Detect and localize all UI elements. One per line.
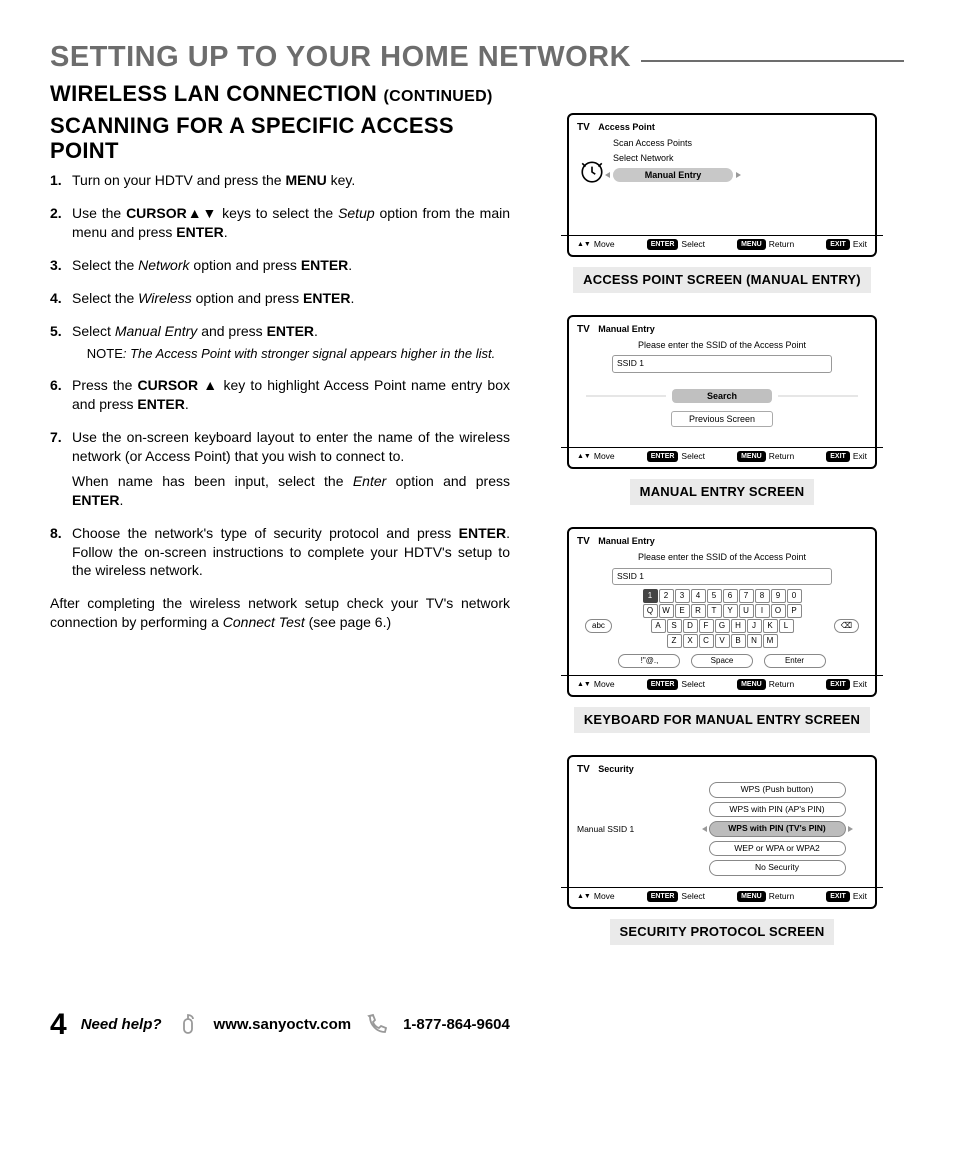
step-3: 3. Select the Network option and press E…: [50, 256, 510, 275]
security-option: No Security: [709, 860, 846, 875]
step-6: 6. Press the CURSOR ▲ key to highlight A…: [50, 376, 510, 414]
step-5-note: NOTE: The Access Point with stronger sig…: [78, 345, 504, 363]
caption-4: SECURITY PROTOCOL SCREEN: [610, 919, 835, 945]
step-5: 5. Select Manual Entry and press ENTER. …: [50, 322, 510, 362]
backspace-key: ⌫: [834, 619, 859, 633]
key: 8: [755, 589, 770, 603]
key: W: [659, 604, 674, 618]
onscreen-keyboard: 1234567890 QWERTYUIOP abc ASDFGHJKL ⌫ ZXCV…: [577, 589, 867, 670]
search-button: Search: [672, 389, 772, 403]
symbols-key: !"@.,: [618, 654, 680, 668]
key: B: [731, 634, 746, 648]
ssid-field: SSID 1: [612, 568, 832, 585]
page-number: 4: [50, 1005, 67, 1046]
security-option: WPS with PIN (AP's PIN): [709, 802, 846, 817]
step-8: 8. Choose the network's type of security…: [50, 524, 510, 581]
step-2: 2. Use the CURSOR▲▼ keys to select the S…: [50, 204, 510, 242]
key: P: [787, 604, 802, 618]
key: U: [739, 604, 754, 618]
key: 5: [707, 589, 722, 603]
key: V: [715, 634, 730, 648]
caption-1: ACCESS POINT SCREEN (MANUAL ENTRY): [573, 267, 871, 293]
tv-footer: ▲▼ Move ENTER Select MENU Return EXIT Ex…: [569, 888, 875, 907]
enter-key: Enter: [764, 654, 826, 668]
key: M: [763, 634, 778, 648]
step-4: 4. Select the Wireless option and press …: [50, 289, 510, 308]
tv-screen-keyboard: TV Manual Entry Please enter the SSID of…: [567, 527, 877, 697]
footer-phone: 1-877-864-9604: [403, 1015, 510, 1035]
page-footer: 4 Need help? www.sanyoctv.com 1-877-864-…: [50, 1005, 904, 1046]
key: Q: [643, 604, 658, 618]
key: G: [715, 619, 730, 633]
updown-icon: ▲▼: [577, 242, 591, 247]
phone-icon: [365, 1013, 389, 1037]
security-option-selected: WPS with PIN (TV's PIN): [709, 821, 846, 836]
menu-item: Scan Access Points: [613, 137, 867, 149]
key: L: [779, 619, 794, 633]
subsection-heading: SCANNING FOR A SPECIFIC ACCESS POINT: [50, 113, 510, 164]
wizard-icon: [579, 159, 605, 185]
key: J: [747, 619, 762, 633]
tv-footer: ▲▼ Move ENTER Select MENU Return EXIT Ex…: [569, 236, 875, 255]
space-key: Space: [691, 654, 753, 668]
tv-footer: ▲▼ Move ENTER Select MENU Return EXIT Ex…: [569, 676, 875, 695]
ssid-field: SSID 1: [612, 355, 832, 372]
caption-2: MANUAL ENTRY SCREEN: [630, 479, 815, 505]
key: I: [755, 604, 770, 618]
key: Y: [723, 604, 738, 618]
key: C: [699, 634, 714, 648]
key: 4: [691, 589, 706, 603]
security-option: WPS (Push button): [709, 782, 846, 797]
key: 6: [723, 589, 738, 603]
closing-paragraph: After completing the wireless network se…: [50, 594, 510, 632]
key: E: [675, 604, 690, 618]
key: A: [651, 619, 666, 633]
key: S: [667, 619, 682, 633]
key: D: [683, 619, 698, 633]
key: H: [731, 619, 746, 633]
tv-screen-manual-entry: TV Manual Entry Please enter the SSID of…: [567, 315, 877, 469]
step-7: 7. Use the on-screen keyboard layout to …: [50, 428, 510, 510]
mouse-icon: [176, 1013, 200, 1037]
key: N: [747, 634, 762, 648]
key: T: [707, 604, 722, 618]
key: 7: [739, 589, 754, 603]
tv-screen-security: TV Security Manual SSID 1 WPS (Push butt…: [567, 755, 877, 909]
need-help-label: Need help?: [81, 1015, 162, 1035]
previous-button: Previous Screen: [671, 411, 773, 427]
key: 3: [675, 589, 690, 603]
steps-list: 1. Turn on your HDTV and press the MENU …: [50, 171, 510, 580]
key: O: [771, 604, 786, 618]
footer-url: www.sanyoctv.com: [214, 1015, 352, 1035]
key: 2: [659, 589, 674, 603]
key: K: [763, 619, 778, 633]
step-1: 1. Turn on your HDTV and press the MENU …: [50, 171, 510, 190]
security-option: WEP or WPA or WPA2: [709, 841, 846, 856]
tv-screen-access-point: TV Access Point Scan Access Points Selec…: [567, 113, 877, 257]
caption-3: KEYBOARD FOR MANUAL ENTRY SCREEN: [574, 707, 870, 733]
abc-key: abc: [585, 619, 612, 633]
menu-item-selected: Manual Entry: [613, 168, 733, 182]
menu-item: Select Network: [613, 152, 867, 164]
page-title: SETTING UP TO YOUR HOME NETWORK: [50, 38, 904, 77]
key: X: [683, 634, 698, 648]
tv-footer: ▲▼ Move ENTER Select MENU Return EXIT Ex…: [569, 448, 875, 467]
key: F: [699, 619, 714, 633]
key: R: [691, 604, 706, 618]
section-heading: WIRELESS LAN CONNECTION (CONTINUED): [50, 79, 904, 109]
key: 9: [771, 589, 786, 603]
key: 1: [643, 589, 658, 603]
key: Z: [667, 634, 682, 648]
key: 0: [787, 589, 802, 603]
